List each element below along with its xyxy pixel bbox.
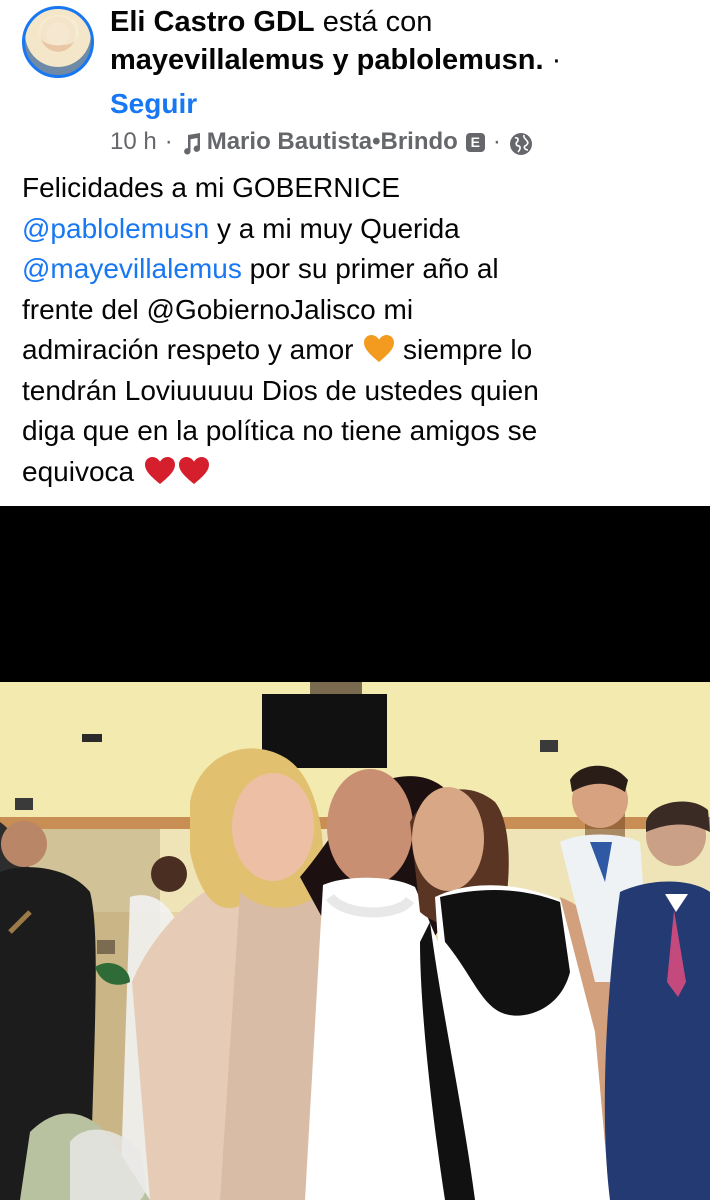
post-line-5: admiración respeto y amor siempre lo (22, 330, 690, 371)
post-line-3: @mayevillalemus por su primer año al (22, 249, 690, 290)
explicit-badge: E (465, 132, 485, 152)
author-name[interactable]: Eli Castro GDL (110, 6, 315, 38)
music-artist[interactable]: Mario Bautista (207, 126, 372, 158)
globe-icon[interactable] (509, 132, 533, 156)
meta-separator: · (164, 128, 173, 155)
text-segment: admiración respeto y amor (22, 334, 362, 365)
text-segment: Felicidades a mi GOBERNICE (22, 172, 401, 203)
music-note-icon (181, 132, 203, 156)
music-separator: • (372, 128, 381, 155)
post-meta: 10 h · Mario Bautista • Brindo E · (110, 126, 533, 158)
red-heart-icon (144, 456, 176, 485)
mention-pablolemusn[interactable]: @pablolemusn (22, 213, 209, 244)
author-avatar[interactable] (22, 6, 94, 78)
tagged-people[interactable]: mayevillalemus y pablolemusn. (110, 44, 544, 76)
text-segment: equivoca (22, 455, 142, 487)
post-header: Eli Castro GDL está con mayevillalemus y… (0, 0, 710, 160)
mention-mayevillalemus[interactable]: @mayevillalemus (22, 253, 242, 284)
post-time[interactable]: 10 h (110, 126, 157, 158)
text-segment: y a mi muy Querida (209, 212, 460, 244)
meta-separator-2: · (492, 128, 501, 155)
text-segment: frente del @GobiernoJalisco mi (22, 293, 414, 325)
red-heart-icon (178, 456, 210, 485)
post-line-1: Felicidades a mi GOBERNICE (22, 168, 690, 209)
orange-heart-icon (363, 334, 395, 363)
post-text: Felicidades a mi GOBERNICE @pablolemusn … (22, 168, 690, 492)
music-song[interactable]: Brindo (381, 126, 458, 158)
post-line-8: equivoca (22, 452, 690, 493)
title-dot: · (551, 44, 562, 76)
text-segment: siempre lo (395, 334, 533, 365)
post-title-line-2: mayevillalemus y pablolemusn. · (110, 42, 561, 78)
follow-button[interactable]: Seguir (110, 86, 197, 122)
post-line-4: frente del @GobiernoJalisco mi (22, 290, 690, 331)
post-photo[interactable] (0, 682, 710, 1200)
text-segment: tendrán Loviuuuuu Dios de ustedes quien (22, 374, 539, 406)
text-segment: diga que en la política no tiene amigos … (22, 415, 538, 446)
text-segment: por su primer año al (241, 253, 499, 284)
post-line-7: diga que en la política no tiene amigos … (22, 411, 690, 452)
with-text: está con (322, 6, 433, 38)
photo-top-black-band[interactable] (0, 506, 710, 682)
post-line-2: @pablolemusn y a mi muy Querida (22, 209, 690, 250)
post-line-6: tendrán Loviuuuuu Dios de ustedes quien (22, 371, 690, 412)
post-title-line-1: Eli Castro GDL está con (110, 4, 432, 40)
